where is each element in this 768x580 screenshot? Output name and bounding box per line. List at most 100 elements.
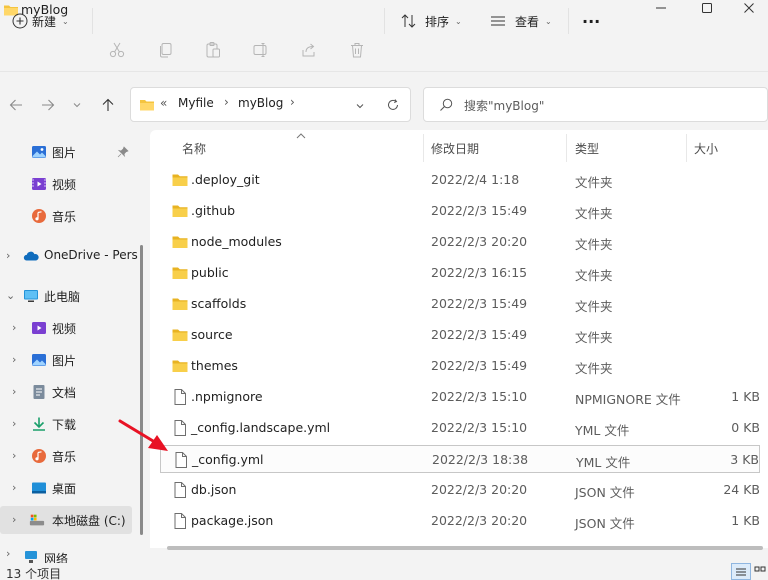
more-button[interactable]: ···: [582, 5, 600, 37]
drive-icon: [29, 514, 45, 526]
file-modified: 2022/2/3 15:49: [431, 327, 528, 342]
file-row[interactable]: _config.landscape.yml 2022/2/3 15:10 YML 文…: [160, 414, 760, 442]
sidebar-item-pc-videos[interactable]: › 视频: [0, 314, 140, 342]
column-header-modified[interactable]: 修改日期: [431, 140, 479, 156]
file-modified: 2022/2/3 15:49: [431, 296, 528, 311]
file-row[interactable]: scaffolds 2022/2/3 15:49 文件夹: [160, 290, 760, 318]
breadcrumb-separator[interactable]: ›: [290, 95, 295, 109]
file-row[interactable]: _config.yml 2022/2/3 18:38 YML 文件 3 KB: [160, 445, 760, 473]
paste-button[interactable]: [203, 40, 223, 60]
breadcrumb-myblog[interactable]: myBlog: [238, 96, 283, 110]
copy-button[interactable]: [156, 40, 176, 60]
column-header-type[interactable]: 类型: [575, 140, 599, 156]
rename-button[interactable]: [251, 40, 271, 60]
folder-icon: [172, 236, 188, 248]
chevron-right-icon[interactable]: ›: [12, 481, 16, 494]
column-resize-handle[interactable]: [686, 134, 687, 162]
arrow-left-icon: [9, 99, 22, 111]
file-row[interactable]: .npmignore 2022/2/3 15:10 NPMIGNORE 文件 1 KB: [160, 383, 760, 411]
sidebar-item-label: 图片: [52, 146, 77, 160]
horizontal-scrollbar[interactable]: [167, 546, 763, 550]
maximize-button[interactable]: [684, 0, 730, 30]
chevron-right-icon[interactable]: ›: [12, 513, 16, 526]
column-header-name[interactable]: 名称: [182, 140, 206, 156]
sidebar-item-videos[interactable]: 视频: [0, 170, 140, 198]
chevron-right-icon[interactable]: ›: [6, 547, 10, 560]
file-row[interactable]: node_modules 2022/2/3 20:20 文件夹: [160, 228, 760, 256]
file-name: _config.landscape.yml: [191, 420, 331, 435]
file-size: 24 KB: [723, 482, 760, 497]
sidebar-item-this-pc[interactable]: ⌄ 此电脑: [0, 282, 140, 310]
sidebar-item-onedrive[interactable]: › OneDrive - Pers: [0, 242, 140, 270]
sidebar-item-local-disk-c[interactable]: › 本地磁盘 (C:): [0, 506, 132, 534]
breadcrumb-separator[interactable]: ›: [224, 95, 229, 109]
sort-ascending-icon: [296, 133, 306, 139]
sidebar-item-label: 网络: [44, 552, 69, 563]
chevron-right-icon[interactable]: ›: [12, 321, 16, 334]
music-icon: [32, 209, 46, 223]
sidebar-item-desktop[interactable]: › 桌面: [0, 474, 140, 502]
file-row[interactable]: public 2022/2/3 16:15 文件夹: [160, 259, 760, 287]
arrow-right-icon: [42, 99, 55, 111]
forward-button[interactable]: [38, 95, 58, 115]
sidebar-item-pictures[interactable]: 图片: [0, 138, 140, 166]
chevron-right-icon[interactable]: ›: [6, 249, 10, 262]
column-header-size[interactable]: 大小: [694, 140, 718, 156]
chevron-right-icon[interactable]: ›: [12, 385, 16, 398]
sidebar-item-pc-pictures[interactable]: › 图片: [0, 346, 140, 374]
chevron-right-icon[interactable]: ›: [12, 417, 16, 430]
sidebar-item-documents[interactable]: › 文档: [0, 378, 140, 406]
recent-locations-button[interactable]: [70, 95, 84, 115]
sidebar-item-music[interactable]: 音乐: [0, 202, 140, 230]
sidebar-item-label: 本地磁盘 (C:): [52, 514, 126, 528]
close-button[interactable]: [730, 0, 768, 30]
new-button[interactable]: 新建 ⌄: [12, 5, 69, 37]
file-row[interactable]: package.json 2022/2/3 20:20 JSON 文件 1 KB: [160, 507, 760, 535]
address-bar[interactable]: « Myfile › myBlog ›: [130, 87, 411, 122]
view-icon: [491, 16, 505, 26]
file-type: 文件夹: [575, 175, 613, 190]
sort-label: 排序: [425, 14, 450, 29]
sort-button[interactable]: 排序 ⌄: [400, 5, 462, 37]
view-button[interactable]: 查看 ⌄: [489, 5, 552, 37]
share-button[interactable]: [299, 40, 319, 60]
sidebar-scrollbar[interactable]: [140, 245, 143, 535]
sidebar-item-network[interactable]: › 网络: [0, 545, 140, 563]
minimize-button[interactable]: [638, 0, 684, 30]
file-row[interactable]: .deploy_git 2022/2/4 1:18 文件夹: [160, 166, 760, 194]
details-view-button[interactable]: [731, 563, 751, 580]
chevron-right-icon[interactable]: ›: [12, 449, 16, 462]
chevron-right-icon[interactable]: ›: [12, 353, 16, 366]
file-row[interactable]: source 2022/2/3 15:49 文件夹: [160, 321, 760, 349]
file-modified: 2022/2/3 16:15: [431, 265, 528, 280]
new-label: 新建: [32, 14, 57, 29]
file-size: 3 KB: [730, 452, 759, 467]
search-input[interactable]: 搜索"myBlog": [464, 97, 544, 114]
refresh-icon[interactable]: [386, 98, 400, 112]
chevron-down-icon[interactable]: ⌄: [6, 289, 15, 302]
large-icons-view-button[interactable]: [752, 563, 768, 580]
file-row[interactable]: db.json 2022/2/3 20:20 JSON 文件 24 KB: [160, 476, 760, 504]
file-row[interactable]: .github 2022/2/3 15:49 文件夹: [160, 197, 760, 225]
sidebar-item-label: 视频: [52, 322, 77, 336]
large-icons-view-icon: [754, 566, 766, 572]
pin-icon[interactable]: [117, 146, 129, 158]
folder-icon: [172, 360, 188, 372]
folder-icon: [172, 329, 188, 341]
column-resize-handle[interactable]: [423, 134, 424, 162]
back-button[interactable]: [6, 95, 26, 115]
cut-button[interactable]: [107, 40, 127, 60]
delete-button[interactable]: [347, 40, 367, 60]
rename-icon: [253, 43, 267, 57]
videos-icon: [32, 322, 46, 334]
up-button[interactable]: [98, 95, 118, 115]
file-icon: [174, 513, 186, 529]
search-icon: [440, 98, 453, 111]
file-type: JSON 文件: [575, 485, 635, 500]
column-resize-handle[interactable]: [566, 134, 567, 162]
search-box[interactable]: 搜索"myBlog": [423, 87, 768, 122]
chevron-down-icon[interactable]: [355, 101, 365, 111]
file-row[interactable]: themes 2022/2/3 15:49 文件夹: [160, 352, 760, 380]
breadcrumb-myfile[interactable]: Myfile: [178, 96, 214, 110]
overflow-breadcrumb[interactable]: «: [160, 96, 167, 110]
